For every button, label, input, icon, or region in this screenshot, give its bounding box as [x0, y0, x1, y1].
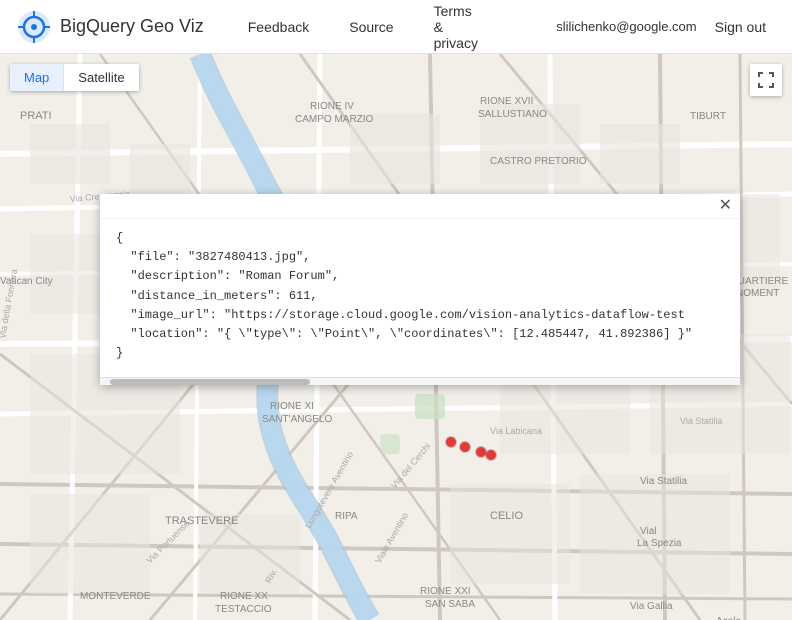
svg-text:RIONE IV: RIONE IV: [310, 101, 354, 112]
user-email: slilichenko@google.com: [556, 19, 696, 34]
svg-text:TIBURT: TIBURT: [690, 111, 726, 122]
popup-scrollbar-thumb[interactable]: [110, 379, 310, 385]
svg-text:RIPA: RIPA: [335, 511, 358, 522]
popup-content: { "file": "3827480413.jpg", "description…: [100, 219, 740, 377]
app-title: BigQuery Geo Viz: [60, 16, 204, 37]
popup-close-button[interactable]: ✕: [719, 198, 732, 214]
feature-popup: ✕ { "file": "3827480413.jpg", "descripti…: [100, 194, 740, 385]
svg-text:CAMPO MARZIO: CAMPO MARZIO: [295, 114, 374, 125]
svg-text:Via Statilia: Via Statilia: [640, 476, 688, 487]
main-nav: Feedback Source Terms & privacy: [228, 0, 498, 54]
app-header: BigQuery Geo Viz Feedback Source Terms &…: [0, 0, 792, 54]
svg-text:NOMENT: NOMENT: [736, 288, 779, 299]
svg-text:La Spezia: La Spezia: [637, 538, 682, 549]
svg-text:MONTEVERDE: MONTEVERDE: [80, 591, 151, 602]
svg-text:RIONE XXI: RIONE XXI: [420, 586, 471, 597]
fullscreen-icon: [757, 71, 775, 89]
svg-text:Vial: Vial: [640, 526, 657, 537]
terms-link[interactable]: Terms & privacy: [414, 0, 498, 54]
map-marker-6[interactable]: [486, 450, 496, 460]
sign-out-link[interactable]: Sign out: [705, 19, 776, 35]
svg-text:Via Labicana: Via Labicana: [490, 426, 542, 436]
svg-text:Acala: Acala: [716, 616, 741, 620]
map-container[interactable]: PRATI RIONE IV CAMPO MARZIO RIONE XVII S…: [0, 54, 792, 620]
feedback-link[interactable]: Feedback: [228, 0, 329, 54]
popup-header: ✕: [100, 194, 740, 219]
svg-text:CELIO: CELIO: [490, 510, 523, 522]
map-marker-4[interactable]: [460, 442, 470, 452]
svg-text:RIONE XX: RIONE XX: [220, 591, 268, 602]
map-marker-3[interactable]: [446, 437, 456, 447]
svg-text:PRATI: PRATI: [20, 110, 52, 122]
app-logo-icon: [16, 9, 52, 45]
map-marker-5[interactable]: [476, 447, 486, 457]
svg-text:TRASTEVERE: TRASTEVERE: [165, 515, 238, 527]
svg-text:Via Gallia: Via Gallia: [630, 601, 673, 612]
satellite-view-button[interactable]: Satellite: [64, 64, 138, 91]
svg-text:RIONE XVII: RIONE XVII: [480, 96, 533, 107]
source-link[interactable]: Source: [329, 0, 413, 54]
map-type-control: Map Satellite: [10, 64, 139, 91]
svg-text:SAN SABA: SAN SABA: [425, 599, 475, 610]
svg-text:SALLUSTIANO: SALLUSTIANO: [478, 109, 547, 120]
fullscreen-button[interactable]: [750, 64, 782, 96]
svg-text:Via Statilia: Via Statilia: [680, 416, 722, 426]
svg-text:TESTACCIO: TESTACCIO: [215, 604, 272, 615]
svg-text:SANT'ANGELO: SANT'ANGELO: [262, 414, 332, 425]
svg-text:CASTRO PRETORIO: CASTRO PRETORIO: [490, 156, 587, 167]
svg-text:RIONE XI: RIONE XI: [270, 401, 314, 412]
map-view-button[interactable]: Map: [10, 64, 64, 91]
popup-scrollbar[interactable]: [100, 377, 740, 385]
